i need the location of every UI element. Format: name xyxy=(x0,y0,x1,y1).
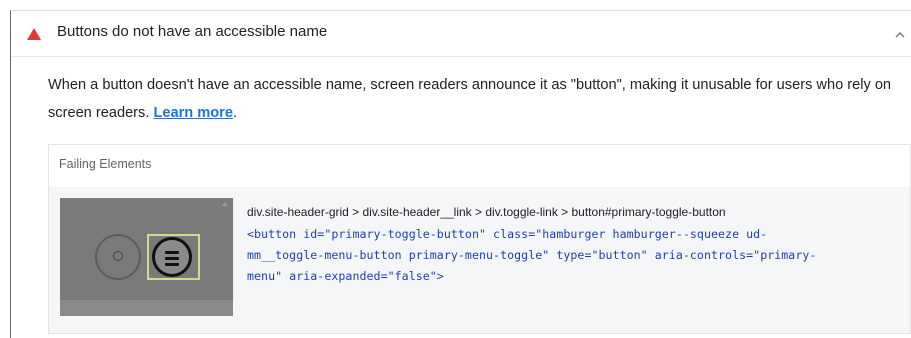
snippet-line: mm__toggle-menu-button primary-menu-togg… xyxy=(247,248,817,262)
warning-triangle-icon xyxy=(27,28,41,40)
failing-element-row: div.site-header-grid > div.site-header__… xyxy=(49,187,910,333)
screenshot-footer xyxy=(60,300,233,316)
search-button-icon xyxy=(95,234,141,280)
hamburger-menu-icon xyxy=(152,237,192,277)
search-icon xyxy=(113,251,123,261)
element-snippet: <button id="primary-toggle-button" class… xyxy=(247,224,897,287)
details-table: Failing Elements div.site-header-grid > … xyxy=(48,144,911,334)
details-heading: Failing Elements xyxy=(59,157,152,171)
element-selector: div.site-header-grid > div.site-header__… xyxy=(247,205,726,219)
audit-title: Buttons do not have an accessible name xyxy=(57,23,328,40)
audit-panel: Buttons do not have an accessible name W… xyxy=(10,10,911,338)
audit-description: When a button doesn't have an accessible… xyxy=(48,71,903,127)
chevron-up-icon[interactable] xyxy=(895,31,905,39)
snippet-line: <button id="primary-toggle-button" class… xyxy=(247,227,768,241)
learn-more-link[interactable]: Learn more xyxy=(153,105,232,121)
element-screenshot xyxy=(60,198,233,316)
description-end: . xyxy=(232,105,237,121)
scrollbar-arrow-icon xyxy=(222,202,228,206)
highlighted-element xyxy=(147,234,200,280)
snippet-line: menu" aria-expanded="false"> xyxy=(247,269,444,283)
audit-header[interactable]: Buttons do not have an accessible name xyxy=(11,11,911,57)
